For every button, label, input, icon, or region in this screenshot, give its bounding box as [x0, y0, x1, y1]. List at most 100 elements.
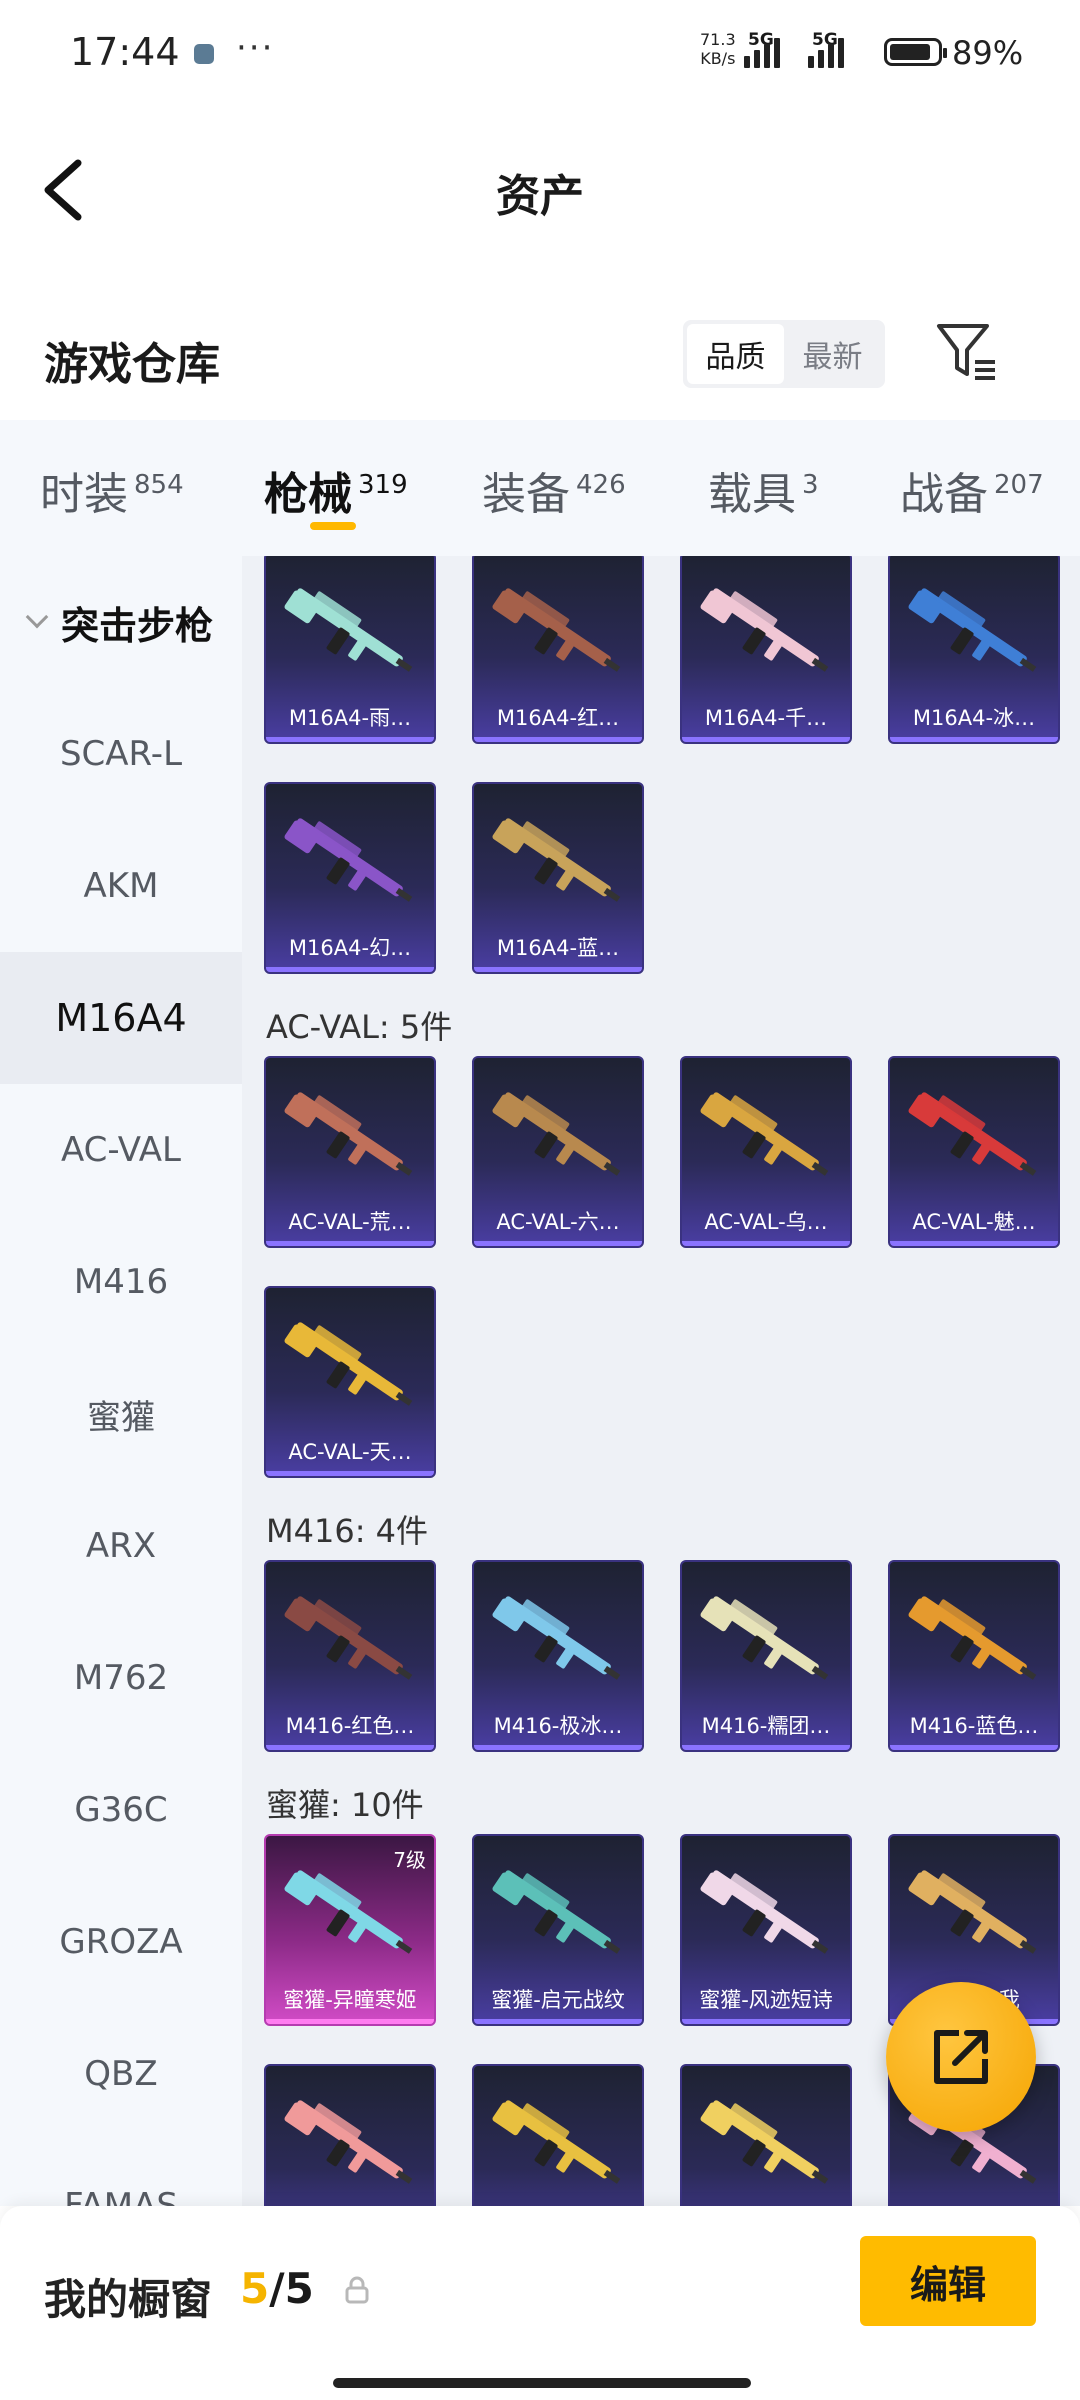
- weapon-card[interactable]: 7级蜜獾-异瞳寒姬: [264, 1834, 436, 2026]
- weapon-skin-icon: [700, 2100, 829, 2184]
- weapon-card[interactable]: AC-VAL-荒…: [264, 1056, 436, 1248]
- weapon-skin-icon: [908, 1596, 1037, 1680]
- weapon-skin-icon: [700, 588, 829, 672]
- edit-button[interactable]: 编辑: [860, 2236, 1036, 2326]
- status-time: 17:44: [70, 30, 180, 74]
- weapon-card-label: M16A4-冰…: [912, 706, 1036, 730]
- warehouse-title: 游戏仓库: [44, 339, 220, 390]
- sidebar-item-qbz[interactable]: QBZ: [0, 2008, 242, 2140]
- weapon-card[interactable]: M16A4-蓝…: [472, 782, 644, 974]
- weapon-card-label: 蜜獾-启元战纹: [491, 1988, 625, 2012]
- weapon-card[interactable]: M16A4-幻…: [264, 782, 436, 974]
- weapon-sidebar: 突击步枪 SCAR-L AKM M16A4 AC-VAL M416 蜜獾 ARX…: [0, 556, 242, 2206]
- sidebar-item-m762[interactable]: M762: [0, 1612, 242, 1744]
- tab-equipment[interactable]: 装备 426: [482, 458, 626, 522]
- sidebar-item-scar-l[interactable]: SCAR-L: [0, 688, 242, 820]
- sidebar-item-m16a4[interactable]: M16A4: [0, 952, 242, 1084]
- weapon-card[interactable]: M16A4-千…: [680, 556, 852, 744]
- weapon-card[interactable]: AC-VAL-六…: [472, 1056, 644, 1248]
- weapon-skin-icon: [284, 1322, 413, 1406]
- weapon-card[interactable]: [264, 2064, 436, 2206]
- weapon-skin-icon: [492, 1870, 621, 1954]
- level-badge: 7级: [393, 1848, 426, 1872]
- weapon-skin-icon: [284, 1870, 413, 1954]
- weapon-skin-icon: [284, 1092, 413, 1176]
- weapon-card-label: M16A4-雨…: [288, 706, 412, 730]
- weapon-card[interactable]: M16A4-冰…: [888, 556, 1060, 744]
- weapon-card-label: M16A4-蓝…: [496, 936, 620, 960]
- weapon-skin-icon: [284, 818, 413, 902]
- weapon-card[interactable]: M416-蓝色…: [888, 1560, 1060, 1752]
- filter-icon[interactable]: [935, 320, 999, 384]
- weapon-card[interactable]: 蜜獾-风迹短诗: [680, 1834, 852, 2026]
- weapon-card-label: M416-红色…: [285, 1714, 415, 1738]
- weapon-card-label: AC-VAL-六…: [496, 1210, 620, 1234]
- weapon-card[interactable]: AC-VAL-天…: [264, 1286, 436, 1478]
- sort-toggle: 品质 最新: [683, 320, 885, 388]
- share-export-button[interactable]: [886, 1982, 1036, 2132]
- weapon-card[interactable]: [680, 2064, 852, 2206]
- active-tab-indicator: [310, 522, 356, 530]
- weapon-grid: M16A4-雨… M16A4-红… M16A4-千… M16A4-冰… M16A…: [242, 556, 1080, 2206]
- tab-vehicles[interactable]: 载具 3: [708, 458, 819, 522]
- weapon-card[interactable]: 蜜獾-启元战纹: [472, 1834, 644, 2026]
- weapon-skin-icon: [700, 1870, 829, 1954]
- status-bar: 17:44 ··· 71.3 KB/s 5G 5G 89%: [0, 0, 1080, 100]
- weapon-card-label: 蜜獾-异瞳寒姬: [283, 1988, 417, 2012]
- sidebar-item-arx[interactable]: ARX: [0, 1480, 242, 1612]
- showcase-label: 我的橱窗: [44, 2275, 213, 2324]
- weapon-skin-icon: [492, 2100, 621, 2184]
- weapon-card-label: AC-VAL-天…: [288, 1440, 412, 1464]
- weapon-skin-icon: [492, 1092, 621, 1176]
- lock-icon: [344, 2276, 370, 2304]
- sort-quality-button[interactable]: 品质: [687, 324, 784, 384]
- sidebar-item-g36c[interactable]: G36C: [0, 1744, 242, 1876]
- weapon-skin-icon: [908, 1092, 1037, 1176]
- tab-guns[interactable]: 枪械 319: [264, 458, 408, 522]
- tab-fashion[interactable]: 时装 854: [40, 458, 184, 522]
- weapon-card[interactable]: M416-红色…: [264, 1560, 436, 1752]
- weapon-card[interactable]: [472, 2064, 644, 2206]
- section-title: 蜜獾: 10件: [266, 1786, 424, 1824]
- tab-supplies[interactable]: 战备 207: [900, 458, 1044, 522]
- sidebar-item-famas[interactable]: FAMAS: [0, 2140, 242, 2206]
- signal-icon: [744, 34, 780, 68]
- section-title: AC-VAL: 5件: [266, 1008, 453, 1046]
- weapon-card-label: M16A4-幻…: [288, 936, 412, 960]
- weapon-skin-icon: [700, 1596, 829, 1680]
- weapon-card-label: AC-VAL-魅…: [912, 1210, 1036, 1234]
- sidebar-item-akm[interactable]: AKM: [0, 820, 242, 952]
- weapon-card-label: M16A4-红…: [496, 706, 620, 730]
- sidebar-item-ac-val[interactable]: AC-VAL: [0, 1084, 242, 1216]
- weapon-skin-icon: [492, 588, 621, 672]
- weapon-card[interactable]: AC-VAL-魅…: [888, 1056, 1060, 1248]
- weapon-card[interactable]: M16A4-雨…: [264, 556, 436, 744]
- weapon-skin-icon: [908, 1870, 1037, 1954]
- sidebar-group-assault-rifles[interactable]: 突击步枪: [0, 556, 242, 688]
- sort-newest-button[interactable]: 最新: [784, 324, 881, 384]
- more-notifications-icon: ···: [236, 28, 275, 68]
- weapon-card[interactable]: M16A4-红…: [472, 556, 644, 744]
- weapon-card-label: 蜜獾-风迹短诗: [699, 1988, 833, 2012]
- showcase-count: 5/5: [240, 2264, 314, 2313]
- weapon-skin-icon: [284, 588, 413, 672]
- weapon-skin-icon: [700, 1092, 829, 1176]
- weapon-card-label: M416-蓝色…: [909, 1714, 1039, 1738]
- weapon-card[interactable]: AC-VAL-乌…: [680, 1056, 852, 1248]
- network-speed: 71.3 KB/s: [700, 30, 736, 68]
- weapon-card-label: M16A4-千…: [704, 706, 828, 730]
- battery-icon: [884, 38, 947, 66]
- sidebar-item-groza[interactable]: GROZA: [0, 1876, 242, 2008]
- share-export-icon: [934, 2030, 988, 2084]
- weapon-skin-icon: [492, 1596, 621, 1680]
- weapon-card-label: AC-VAL-荒…: [288, 1210, 412, 1234]
- sidebar-item-m416[interactable]: M416: [0, 1216, 242, 1348]
- weapon-card[interactable]: M416-极冰…: [472, 1560, 644, 1752]
- page-title: 资产: [496, 171, 584, 222]
- weapon-skin-icon: [284, 1596, 413, 1680]
- showcase-bar: 我的橱窗 5/5 编辑: [0, 2206, 1080, 2400]
- home-indicator: [333, 2378, 751, 2388]
- sidebar-item-honey-badger[interactable]: 蜜獾: [0, 1348, 242, 1480]
- tiktok-notification-icon: [194, 44, 214, 64]
- weapon-card[interactable]: M416-糯团…: [680, 1560, 852, 1752]
